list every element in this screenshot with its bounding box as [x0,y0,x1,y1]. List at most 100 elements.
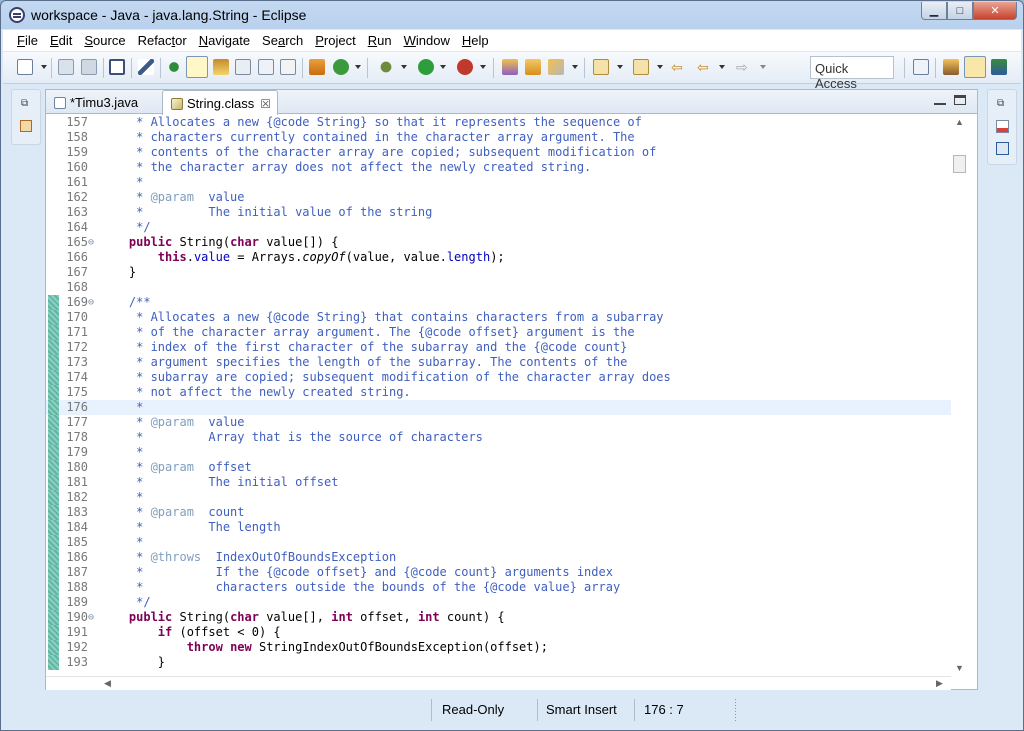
menu-file[interactable]: File [11,30,44,51]
restore-icon[interactable]: ⧉ [21,98,28,109]
menu-search[interactable]: Search [256,30,309,51]
code-line[interactable]: 190 ⊖ public String(char value[], int off… [46,610,961,625]
code-line[interactable]: 169 ⊖ /** [46,295,961,310]
search-dropdown-icon[interactable] [572,65,578,69]
code-line[interactable]: 159 * contents of the character array ar… [46,145,961,160]
code-line[interactable]: 160 * the character array does not affec… [46,160,961,175]
code-line[interactable]: 193 } [46,655,961,670]
open-perspective-icon[interactable] [913,59,929,75]
code-line[interactable]: 167 } [46,265,961,280]
code-line[interactable]: 176 * [46,400,961,415]
quick-access-input[interactable]: Quick Access [810,56,894,91]
code-line[interactable]: 165 ⊖ public String(char value[]) { [46,235,961,250]
outline-icon[interactable] [996,120,1009,133]
menu-navigate[interactable]: Navigate [193,30,256,51]
toggle-mark-occurrences-icon[interactable] [186,56,208,78]
menu-edit[interactable]: Edit [44,30,78,51]
run-dropdown-icon[interactable] [440,65,446,69]
package-explorer-icon[interactable] [20,120,32,132]
maximize-button[interactable]: □ [947,2,973,20]
refresh-icon[interactable] [333,59,349,75]
search-icon[interactable] [548,59,564,75]
code-line[interactable]: 177 * @param value [46,415,961,430]
debug-dropdown-icon[interactable] [401,65,407,69]
code-line[interactable]: 161 * [46,175,961,190]
scroll-left-icon[interactable]: ◀ [104,678,111,689]
eclipse-app-icon[interactable] [9,7,25,23]
debug-icon[interactable] [378,59,394,75]
forward-icon[interactable]: ⇨ [736,59,752,75]
refresh-dropdown-icon[interactable] [355,65,361,69]
debug-perspective-icon[interactable] [991,59,1007,75]
code-line[interactable]: 173 * argument specifies the length of t… [46,355,961,370]
open-type-icon[interactable] [525,59,541,75]
code-line[interactable]: 175 * not affect the newly created strin… [46,385,961,400]
show-whitespace-icon[interactable] [258,59,274,75]
code-line[interactable]: 182 * [46,490,961,505]
next-annotation-icon[interactable] [166,59,182,75]
code-line[interactable]: 157 * Allocates a new {@code String} so … [46,115,961,130]
code-line[interactable]: 186 * @throws IndexOutOfBoundsException [46,550,961,565]
java-ee-perspective-icon[interactable] [943,59,959,75]
pilcrow-icon[interactable] [280,59,296,75]
next-edit-dropdown-icon[interactable] [617,65,623,69]
code-line[interactable]: 158 * characters currently contained in … [46,130,961,145]
code-line[interactable]: 162 * @param value [46,190,961,205]
vertical-scrollbar[interactable]: ▲ ▼ [951,115,967,677]
code-line[interactable]: 172 * index of the first character of th… [46,340,961,355]
code-line[interactable]: 178 * Array that is the source of charac… [46,430,961,445]
menu-project[interactable]: Project [309,30,361,51]
code-line[interactable]: 185 * [46,535,961,550]
minimize-button[interactable]: ▁ [921,2,947,20]
fold-toggle-icon[interactable]: ⊖ [88,235,94,250]
status-insert-mode[interactable]: Smart Insert [546,699,617,721]
external-tools-icon[interactable] [457,59,473,75]
code-line[interactable]: 191 if (offset < 0) { [46,625,961,640]
tab-timu3-java[interactable]: *Timu3.java [46,90,162,114]
menu-source[interactable]: Source [78,30,131,51]
last-edit-location-icon[interactable]: ⇦ [671,59,687,75]
code-line[interactable]: 188 * characters outside the bounds of t… [46,580,961,595]
menu-help[interactable]: Help [456,30,495,51]
run-icon[interactable] [418,59,434,75]
fold-toggle-icon[interactable]: ⊖ [88,295,94,310]
code-line[interactable]: 171 * of the character array argument. T… [46,325,961,340]
scroll-right-icon[interactable]: ▶ [936,678,943,689]
close-button[interactable]: ✕ [973,2,1017,20]
save-icon[interactable] [58,59,74,75]
scroll-up-icon[interactable]: ▲ [955,117,964,127]
code-line[interactable]: 174 * subarray are copied; subsequent mo… [46,370,961,385]
save-all-icon[interactable] [81,59,97,75]
code-line[interactable]: 187 * If the {@code offset} and {@code c… [46,565,961,580]
code-line[interactable]: 189 */ [46,595,961,610]
menu-refactor[interactable]: Refactor [132,30,193,51]
new-java-package-icon[interactable] [502,59,518,75]
previous-annotation-icon[interactable] [633,59,649,75]
code-line[interactable]: 179 * [46,445,961,460]
code-line[interactable]: 164 */ [46,220,961,235]
restore-icon[interactable]: ⧉ [997,98,1004,109]
code-area[interactable]: 157 * Allocates a new {@code String} so … [46,115,961,677]
build-icon[interactable] [309,59,325,75]
minimize-view-icon[interactable] [934,95,946,105]
new-icon[interactable] [17,59,33,75]
block-selection-icon[interactable] [235,59,251,75]
scroll-thumb[interactable] [953,155,966,173]
code-line[interactable]: 181 * The initial offset [46,475,961,490]
menu-window[interactable]: Window [398,30,456,51]
scroll-down-icon[interactable]: ▼ [955,663,964,673]
console-icon[interactable] [109,59,125,75]
maximize-view-icon[interactable] [954,95,966,105]
menu-run[interactable]: Run [362,30,398,51]
back-dropdown-icon[interactable] [719,65,725,69]
task-list-icon[interactable] [996,142,1009,155]
code-line[interactable]: 168 [46,280,961,295]
code-line[interactable]: 192 throw new StringIndexOutOfBoundsExce… [46,640,961,655]
forward-dropdown-icon[interactable] [760,65,766,69]
tab-string-class[interactable]: String.class ☒ [162,90,278,115]
next-edit-location-icon[interactable] [593,59,609,75]
fold-toggle-icon[interactable]: ⊖ [88,610,94,625]
skip-breakpoints-icon[interactable] [138,59,154,75]
close-tab-icon[interactable]: ☒ [260,97,271,111]
back-icon[interactable]: ⇦ [697,59,713,75]
